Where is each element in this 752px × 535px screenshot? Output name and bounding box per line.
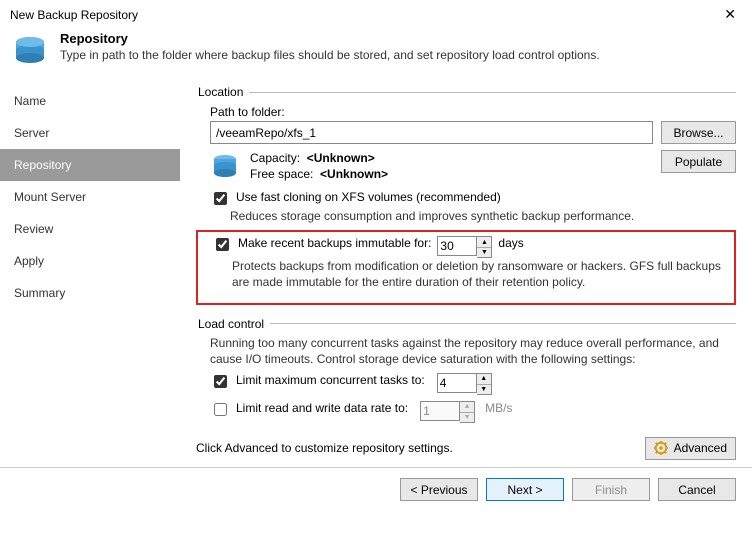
immutable-label-post: days xyxy=(498,236,523,250)
limit-tasks-input[interactable] xyxy=(437,373,477,393)
populate-button[interactable]: Populate xyxy=(661,150,736,173)
immutable-spin-up[interactable]: ▲ xyxy=(477,237,491,247)
limit-tasks-checkbox[interactable] xyxy=(214,375,227,388)
advanced-button[interactable]: Advanced xyxy=(645,437,736,460)
fast-clone-label: Use fast cloning on XFS volumes (recomme… xyxy=(236,190,501,204)
step-review[interactable]: Review xyxy=(0,213,180,245)
limit-tasks-label: Limit maximum concurrent tasks to: xyxy=(236,373,425,387)
tasks-spin-up[interactable]: ▲ xyxy=(477,374,491,384)
path-input[interactable] xyxy=(210,121,653,144)
limit-rate-checkbox[interactable] xyxy=(214,403,227,416)
close-icon[interactable]: ✕ xyxy=(718,6,742,23)
path-label: Path to folder: xyxy=(210,105,736,119)
step-name[interactable]: Name xyxy=(0,85,180,117)
main-panel: Location Path to folder: Browse... Capac… xyxy=(180,79,752,463)
step-server[interactable]: Server xyxy=(0,117,180,149)
location-legend: Location xyxy=(196,85,249,99)
page-title: Repository xyxy=(60,31,600,46)
next-button[interactable]: Next > xyxy=(486,478,564,501)
browse-button[interactable]: Browse... xyxy=(661,121,736,144)
immutable-desc: Protects backups from modification or de… xyxy=(232,258,728,290)
advanced-hint: Click Advanced to customize repository s… xyxy=(196,441,453,455)
immutable-days-input[interactable] xyxy=(437,236,477,256)
finish-button: Finish xyxy=(572,478,650,501)
step-apply[interactable]: Apply xyxy=(0,245,180,277)
wizard-header: Repository Type in path to the folder wh… xyxy=(0,27,752,79)
title-bar: New Backup Repository ✕ xyxy=(0,0,752,27)
cancel-button[interactable]: Cancel xyxy=(658,478,736,501)
rate-spin-up: ▲ xyxy=(460,402,474,412)
limit-rate-input xyxy=(420,401,460,421)
limit-rate-label: Limit read and write data rate to: xyxy=(236,401,408,415)
immutable-label-pre: Make recent backups immutable for: xyxy=(238,236,431,250)
disk-icon xyxy=(210,151,240,181)
load-control-group: Load control Running too many concurrent… xyxy=(196,317,736,423)
step-mount-server[interactable]: Mount Server xyxy=(0,181,180,213)
capacity-info: Capacity: <Unknown> Free space: <Unknown… xyxy=(250,150,388,182)
fast-clone-checkbox[interactable] xyxy=(214,192,227,205)
load-control-desc: Running too many concurrent tasks agains… xyxy=(210,335,736,367)
rate-spin-down: ▼ xyxy=(460,412,474,422)
dialog-button-bar: < Previous Next > Finish Cancel xyxy=(0,467,752,511)
tasks-spin-down[interactable]: ▼ xyxy=(477,384,491,394)
immutable-checkbox[interactable] xyxy=(216,238,229,251)
fast-clone-desc: Reduces storage consumption and improves… xyxy=(230,208,736,224)
step-repository[interactable]: Repository xyxy=(0,149,180,181)
load-control-legend: Load control xyxy=(196,317,270,331)
step-summary[interactable]: Summary xyxy=(0,277,180,309)
previous-button[interactable]: < Previous xyxy=(400,478,478,501)
wizard-steps: Name Server Repository Mount Server Revi… xyxy=(0,79,180,463)
page-subtitle: Type in path to the folder where backup … xyxy=(60,48,600,62)
window-title: New Backup Repository xyxy=(10,8,138,22)
immutability-highlight: Make recent backups immutable for: ▲ ▼ d… xyxy=(196,230,736,304)
repository-icon xyxy=(12,33,48,69)
immutable-spin-down[interactable]: ▼ xyxy=(477,247,491,257)
limit-rate-unit: MB/s xyxy=(485,401,512,415)
location-group: Location Path to folder: Browse... Capac… xyxy=(196,85,736,311)
gear-icon xyxy=(654,441,668,455)
